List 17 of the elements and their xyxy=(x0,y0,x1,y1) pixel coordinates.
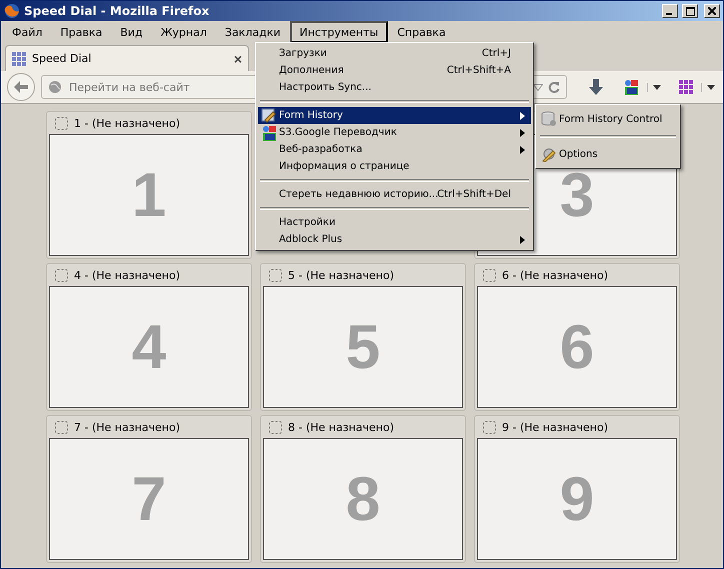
tile-label: 9 - (Не назначено) xyxy=(502,420,608,434)
tile-label: 8 - (Не назначено) xyxy=(288,420,394,434)
tile-number: 7 xyxy=(132,464,166,534)
tab-title: Speed Dial xyxy=(32,52,92,65)
tile-label: 6 - (Не назначено) xyxy=(502,268,608,282)
tile-number: 1 xyxy=(132,160,166,230)
tile-number: 9 xyxy=(560,464,594,534)
tile-number: 4 xyxy=(132,312,166,382)
tile-label: 1 - (Не назначено) xyxy=(74,116,180,130)
tile-number: 8 xyxy=(346,464,380,534)
tile-number: 3 xyxy=(560,160,594,230)
tile-label: 5 - (Не назначено) xyxy=(288,268,394,282)
tile-label: 4 - (Не назначено) xyxy=(74,268,180,282)
tile-number: 5 xyxy=(346,312,380,382)
window-title: Speed Dial - Mozilla Firefox xyxy=(24,4,210,18)
tile-number: 6 xyxy=(560,312,594,382)
tile-label: 7 - (Не назначено) xyxy=(74,420,180,434)
